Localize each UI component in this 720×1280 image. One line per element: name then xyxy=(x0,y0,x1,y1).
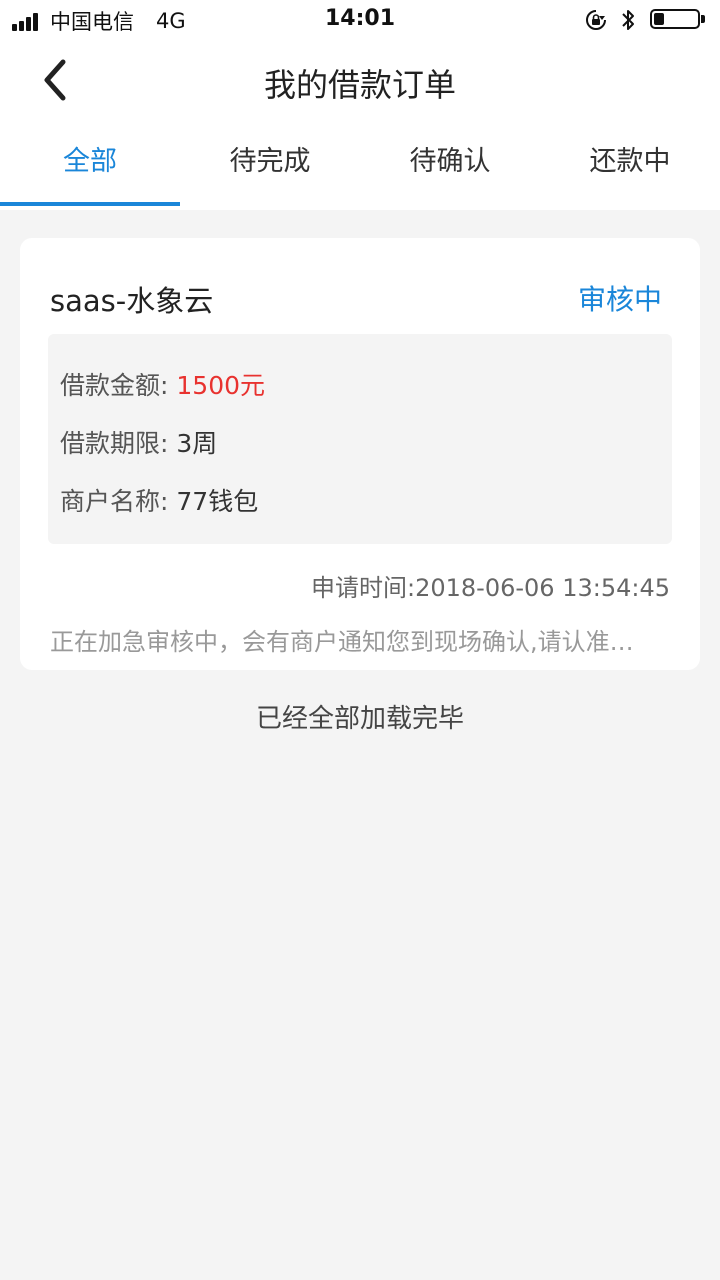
order-tabs: 全部 待完成 待确认 还款中 xyxy=(0,124,720,210)
apply-time: 申请时间:2018-06-06 13:54:45 xyxy=(311,574,670,602)
tab-repaying[interactable]: 还款中 xyxy=(540,124,720,210)
battery-icon xyxy=(650,9,708,31)
amount-value: 1500元 xyxy=(176,371,266,400)
rotation-lock-icon xyxy=(584,8,608,32)
term-row: 借款期限: 3周 xyxy=(60,424,217,460)
page-title: 我的借款订单 xyxy=(263,66,456,104)
merchant-row: 商户名称: 77钱包 xyxy=(60,482,258,518)
order-note: 正在加急审核中，会有商户通知您到现场确认,请认准… xyxy=(50,628,634,656)
tab-all[interactable]: 全部 xyxy=(0,124,180,210)
amount-label: 借款金额: xyxy=(60,371,169,400)
merchant-value: 77钱包 xyxy=(176,487,259,516)
amount-row: 借款金额: 1500元 xyxy=(60,366,265,402)
order-name: saas-水象云 xyxy=(50,284,214,318)
loaded-all-text: 已经全部加载完毕 xyxy=(255,704,464,734)
status-badge: 审核中 xyxy=(577,283,662,316)
tab-to-confirm[interactable]: 待确认 xyxy=(360,124,540,210)
status-bar: 中国电信 4G 14:01 xyxy=(0,0,720,40)
term-value: 3周 xyxy=(176,429,218,458)
bluetooth-icon xyxy=(620,7,636,33)
order-card[interactable]: saas-水象云 审核中 借款金额: 1500元 借款期限: 3周 商户名称: … xyxy=(20,238,700,670)
order-info-box: 借款金额: 1500元 借款期限: 3周 商户名称: 77钱包 xyxy=(48,334,672,544)
status-right xyxy=(584,7,708,33)
merchant-label: 商户名称: xyxy=(60,487,169,516)
tab-pending[interactable]: 待完成 xyxy=(180,124,360,210)
term-label: 借款期限: xyxy=(60,429,169,458)
nav-bar: 我的借款订单 xyxy=(0,40,720,124)
